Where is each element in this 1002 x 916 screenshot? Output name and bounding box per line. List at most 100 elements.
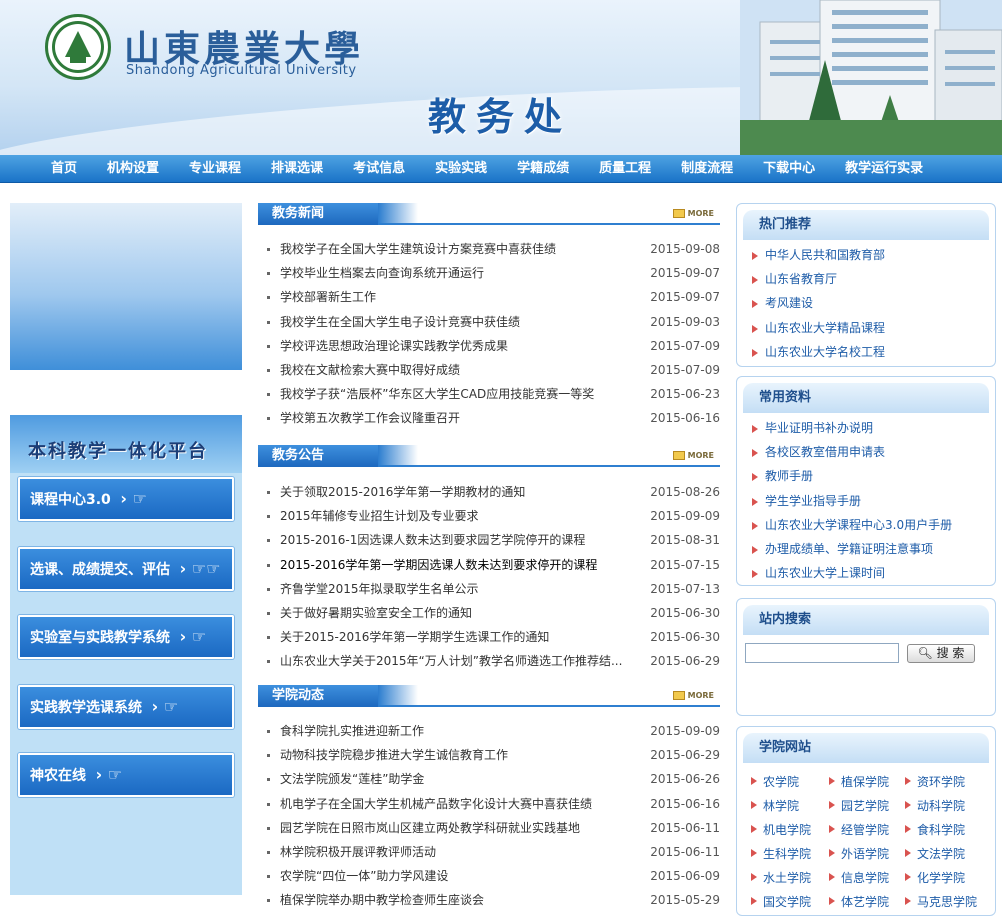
- course-center-button[interactable]: 课程中心3.0 › ☞: [18, 477, 234, 521]
- news-item-title[interactable]: 学校评选思想政治理论课实践教学优秀成果: [280, 334, 508, 358]
- hot-link-exam-discipline[interactable]: 考风建设: [751, 291, 995, 315]
- lab-system-button[interactable]: 实验室与实践教学系统 › ☞: [18, 615, 234, 659]
- college-news-more-link[interactable]: MORE: [672, 691, 714, 702]
- nav-regulations[interactable]: 制度流程: [666, 155, 748, 183]
- notice-item-title[interactable]: 关于2015-2016学年第一学期学生选课工作的通知: [280, 625, 549, 649]
- college-news-item-title[interactable]: 文法学院颁发“莲桂”助学金: [280, 767, 424, 791]
- list-item: 学校部署新生工作 2015-09-07: [258, 285, 720, 309]
- practice-selection-button[interactable]: 实践教学选课系统 › ☞: [18, 685, 234, 729]
- news-list: 我校学子在全国大学生建筑设计方案竞赛中喜获佳绩 2015-09-08 学校毕业生档…: [258, 237, 720, 431]
- notice-item-title[interactable]: 2015年辅修专业招生计划及专业要求: [280, 504, 479, 528]
- pointing-hand-icon: › ☞: [114, 489, 147, 508]
- course-center-label: 课程中心3.0: [30, 492, 111, 508]
- nav-organization[interactable]: 机构设置: [92, 155, 174, 183]
- college-link[interactable]: 信息学院: [829, 869, 889, 886]
- news-item-title[interactable]: 我校在文献检索大赛中取得好成绩: [280, 358, 460, 382]
- nav-downloads[interactable]: 下载中心: [748, 155, 830, 183]
- news-item-date: 2015-09-07: [650, 290, 720, 305]
- resource-link[interactable]: 学生学业指导手册: [751, 489, 995, 513]
- college-news-item-date: 2015-06-09: [650, 869, 720, 884]
- resource-link[interactable]: 办理成绩单、学籍证明注意事项: [751, 537, 995, 561]
- shennong-online-button[interactable]: 神农在线 › ☞: [18, 753, 234, 797]
- news-item-title[interactable]: 我校学子获“浩辰杯”华东区大学生CAD应用技能竞赛一等奖: [280, 382, 594, 406]
- news-item-date: 2015-07-09: [650, 338, 720, 353]
- hot-link-quality-courses[interactable]: 山东农业大学精品课程: [751, 316, 995, 340]
- news-item-title[interactable]: 我校学生在全国大学生电子设计竞赛中获佳绩: [280, 310, 520, 334]
- notice-item-date: 2015-06-29: [650, 654, 720, 669]
- news-item-title[interactable]: 学校部署新生工作: [280, 285, 376, 309]
- college-link[interactable]: 马克思学院: [905, 893, 977, 910]
- college-news-item-title[interactable]: 食科学院扎实推进迎新工作: [280, 719, 424, 743]
- search-input[interactable]: [745, 643, 899, 663]
- list-item: 学校毕业生档案去向查询系统开通运行 2015-09-07: [258, 261, 720, 285]
- college-news-item-title[interactable]: 农学院“四位一体”助力学风建设: [280, 864, 448, 888]
- college-news-item-date: 2015-06-11: [650, 844, 720, 859]
- college-link[interactable]: 资环学院: [905, 773, 965, 790]
- more-label: MORE: [687, 451, 714, 460]
- college-news-title: 学院动态: [258, 685, 418, 707]
- notice-item-date: 2015-06-30: [650, 630, 720, 645]
- site-search-title: 站内搜索: [743, 605, 989, 635]
- news-more-link[interactable]: MORE: [672, 209, 714, 220]
- hot-link-sd-edu[interactable]: 山东省教育厅: [751, 267, 995, 291]
- university-seal-logo[interactable]: [45, 14, 111, 80]
- notice-item-title[interactable]: 2015-2016-1因选课人数未达到要求园艺学院停开的课程: [280, 528, 585, 552]
- college-news-item-title[interactable]: 林学院积极开展评教评师活动: [280, 840, 436, 864]
- news-item-date: 2015-09-03: [650, 314, 720, 329]
- college-link[interactable]: 动科学院: [905, 797, 965, 814]
- college-link[interactable]: 植保学院: [829, 773, 889, 790]
- nav-quality[interactable]: 质量工程: [584, 155, 666, 183]
- resource-link[interactable]: 教师手册: [751, 464, 995, 488]
- resource-link[interactable]: 毕业证明书补办说明: [751, 416, 995, 440]
- college-link[interactable]: 外语学院: [829, 845, 889, 862]
- notice-item-title[interactable]: 关于做好暑期实验室安全工作的通知: [280, 601, 472, 625]
- platform-header: 本科教学一体化平台: [10, 415, 242, 473]
- course-selection-button[interactable]: 选课、成绩提交、评估 › ☞☞: [18, 547, 234, 591]
- hot-recommend-list: 中华人民共和国教育部 山东省教育厅 考风建设 山东农业大学精品课程 山东农业大学…: [737, 240, 995, 364]
- nav-exams[interactable]: 考试信息: [338, 155, 420, 183]
- news-item-title[interactable]: 学校第五次教学工作会议隆重召开: [280, 406, 460, 430]
- hot-link-famous-school[interactable]: 山东农业大学名校工程: [751, 340, 995, 364]
- college-link[interactable]: 林学院: [751, 797, 799, 814]
- college-news-item-title[interactable]: 园艺学院在日照市岚山区建立两处教学科研就业实践基地: [280, 816, 580, 840]
- college-news-item-title[interactable]: 植保学院举办期中教学检查师生座谈会: [280, 888, 484, 912]
- notice-item-title[interactable]: 齐鲁学堂2015年拟录取学生名单公示: [280, 577, 479, 601]
- nav-teaching-records[interactable]: 教学运行实录: [830, 155, 938, 183]
- news-item-date: 2015-09-07: [650, 266, 720, 281]
- college-link[interactable]: 国交学院: [751, 893, 811, 910]
- college-link[interactable]: 园艺学院: [829, 797, 889, 814]
- college-link[interactable]: 文法学院: [905, 845, 965, 862]
- news-item-date: 2015-09-08: [650, 242, 720, 256]
- college-news-item-date: 2015-09-09: [650, 724, 720, 738]
- nav-records[interactable]: 学籍成绩: [502, 155, 584, 183]
- hot-link-moe[interactable]: 中华人民共和国教育部: [751, 243, 995, 267]
- college-link[interactable]: 生科学院: [751, 845, 811, 862]
- teaching-platform-panel: 本科教学一体化平台 课程中心3.0 › ☞ 选课、成绩提交、评估 › ☞☞ 实验…: [10, 415, 242, 895]
- college-link[interactable]: 机电学院: [751, 821, 811, 838]
- nav-practice[interactable]: 实验实践: [420, 155, 502, 183]
- resource-link[interactable]: 山东农业大学课程中心3.0用户手册: [751, 513, 995, 537]
- notice-item-title[interactable]: 关于领取2015-2016学年第一学期教材的通知: [280, 480, 525, 504]
- news-item-title[interactable]: 学校毕业生档案去向查询系统开通运行: [280, 261, 484, 285]
- college-sites-box: 学院网站 农学院 植保学院 资环学院 林学院 园艺学院 动科学院 机电学院 经管…: [736, 726, 996, 916]
- notice-item-title[interactable]: 山东农业大学关于2015年“万人计划”教学名师遴选工作推荐结...: [280, 649, 622, 673]
- notice-item-title[interactable]: 2015-2016学年第一学期因选课人数未达到要求停开的课程: [280, 553, 597, 577]
- search-button[interactable]: 🔍︎ 搜 索: [907, 644, 975, 663]
- list-item: 关于领取2015-2016学年第一学期教材的通知 2015-08-26: [258, 480, 720, 504]
- college-news-item-title[interactable]: 动物科技学院稳步推进大学生诚信教育工作: [280, 743, 508, 767]
- news-item-title[interactable]: 我校学子在全国大学生建筑设计方案竞赛中喜获佳绩: [280, 237, 556, 261]
- college-link[interactable]: 经管学院: [829, 821, 889, 838]
- notices-more-link[interactable]: MORE: [672, 451, 714, 462]
- nav-home[interactable]: 首页: [36, 155, 92, 183]
- college-link[interactable]: 水土学院: [751, 869, 811, 886]
- college-link[interactable]: 农学院: [751, 773, 799, 790]
- college-link[interactable]: 食科学院: [905, 821, 965, 838]
- college-link[interactable]: 化学学院: [905, 869, 965, 886]
- college-news-item-title[interactable]: 机电学子在全国大学生机械产品数字化设计大赛中喜获佳绩: [280, 792, 592, 816]
- nav-majors-courses[interactable]: 专业课程: [174, 155, 256, 183]
- notice-item-date: 2015-09-09: [650, 509, 720, 524]
- nav-scheduling[interactable]: 排课选课: [256, 155, 338, 183]
- resource-link[interactable]: 山东农业大学上课时间: [751, 561, 995, 585]
- college-link[interactable]: 体艺学院: [829, 893, 889, 910]
- resource-link[interactable]: 各校区教室借用申请表: [751, 440, 995, 464]
